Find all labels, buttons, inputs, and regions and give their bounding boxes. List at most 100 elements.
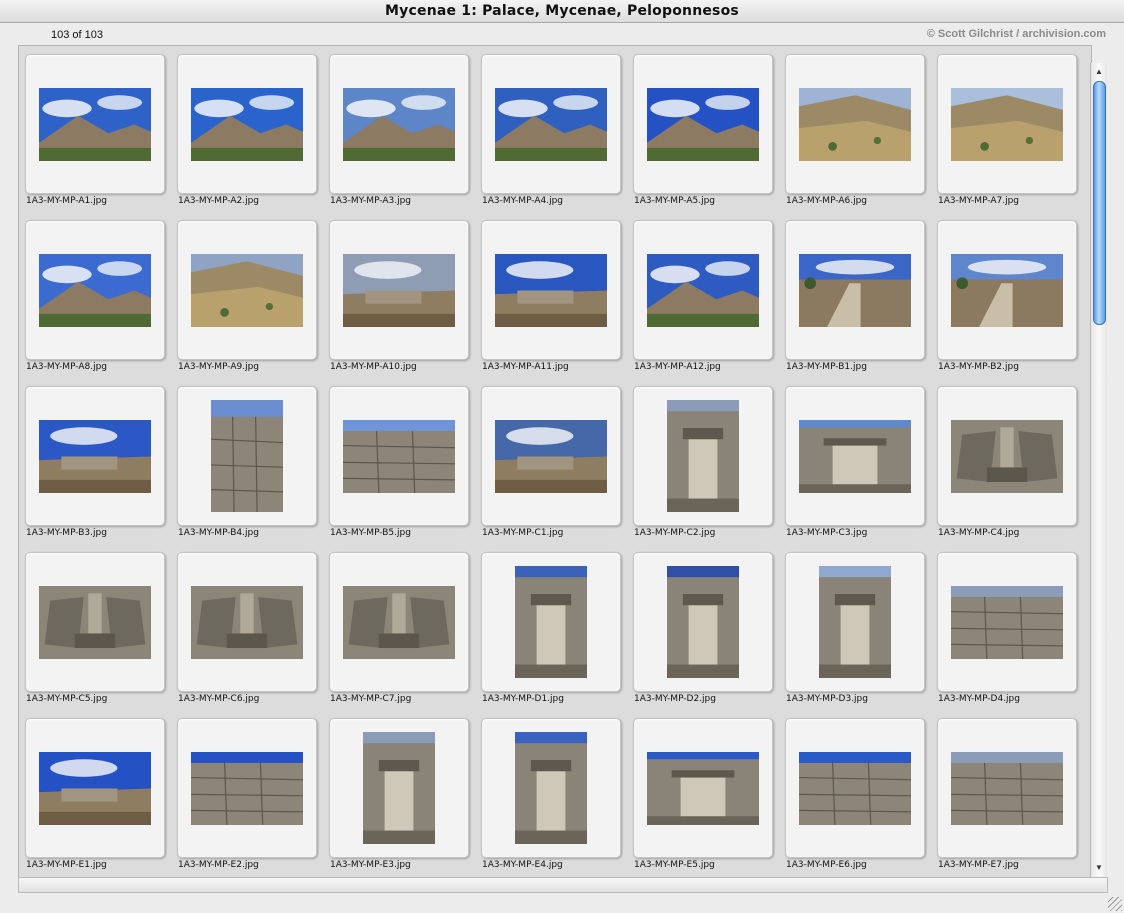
thumbnail-image[interactable] bbox=[667, 566, 739, 678]
slide-frame[interactable] bbox=[481, 718, 621, 858]
scrollbar-thumb[interactable] bbox=[1093, 81, 1106, 325]
thumbnail-image[interactable] bbox=[343, 419, 455, 493]
resize-grip-icon[interactable] bbox=[1108, 897, 1122, 911]
slide-frame[interactable] bbox=[481, 552, 621, 692]
thumbnail-item[interactable]: 1A3-MY-MP-E5.jpg bbox=[627, 710, 779, 876]
slide-frame[interactable] bbox=[937, 220, 1077, 360]
thumbnail-item[interactable]: 1A3-MY-MP-C7.jpg bbox=[323, 544, 475, 710]
slide-frame[interactable] bbox=[177, 718, 317, 858]
thumbnail-image[interactable] bbox=[363, 732, 435, 844]
thumbnail-item[interactable]: 1A3-MY-MP-C2.jpg bbox=[627, 378, 779, 544]
slide-frame[interactable] bbox=[937, 54, 1077, 194]
thumbnail-image[interactable] bbox=[191, 87, 303, 161]
slide-frame[interactable] bbox=[481, 386, 621, 526]
thumbnail-image[interactable] bbox=[211, 400, 283, 512]
slide-frame[interactable] bbox=[481, 54, 621, 194]
slide-frame[interactable] bbox=[329, 718, 469, 858]
thumbnail-image[interactable] bbox=[799, 87, 911, 161]
thumbnail-item[interactable]: 1A3-MY-MP-B1.jpg bbox=[779, 212, 931, 378]
slide-frame[interactable] bbox=[25, 718, 165, 858]
thumbnail-item[interactable]: 1A3-MY-MP-D4.jpg bbox=[931, 544, 1083, 710]
thumbnail-image[interactable] bbox=[799, 419, 911, 493]
thumbnail-item[interactable]: 1A3-MY-MP-A8.jpg bbox=[19, 212, 171, 378]
thumbnail-image[interactable] bbox=[799, 751, 911, 825]
thumbnail-image[interactable] bbox=[39, 585, 151, 659]
thumbnail-item[interactable]: 1A3-MY-MP-C6.jpg bbox=[171, 544, 323, 710]
slide-frame[interactable] bbox=[785, 552, 925, 692]
thumbnail-image[interactable] bbox=[515, 732, 587, 844]
thumbnail-image[interactable] bbox=[667, 400, 739, 512]
thumbnail-image[interactable] bbox=[951, 751, 1063, 825]
thumbnail-item[interactable]: 1A3-MY-MP-E2.jpg bbox=[171, 710, 323, 876]
slide-frame[interactable] bbox=[937, 386, 1077, 526]
thumbnail-image[interactable] bbox=[39, 751, 151, 825]
thumbnail-item[interactable]: 1A3-MY-MP-B4.jpg bbox=[171, 378, 323, 544]
thumbnail-image[interactable] bbox=[951, 585, 1063, 659]
slide-frame[interactable] bbox=[785, 54, 925, 194]
thumbnail-item[interactable]: 1A3-MY-MP-E3.jpg bbox=[323, 710, 475, 876]
slide-frame[interactable] bbox=[785, 718, 925, 858]
thumbnail-image[interactable] bbox=[495, 87, 607, 161]
vertical-scrollbar[interactable]: ▲ ▼ bbox=[1090, 63, 1107, 877]
slide-frame[interactable] bbox=[25, 552, 165, 692]
thumbnail-item[interactable]: 1A3-MY-MP-D2.jpg bbox=[627, 544, 779, 710]
slide-frame[interactable] bbox=[633, 54, 773, 194]
thumbnail-image[interactable] bbox=[647, 253, 759, 327]
thumbnail-item[interactable]: 1A3-MY-MP-A12.jpg bbox=[627, 212, 779, 378]
thumbnail-image[interactable] bbox=[951, 419, 1063, 493]
thumbnail-item[interactable]: 1A3-MY-MP-E4.jpg bbox=[475, 710, 627, 876]
thumbnail-image[interactable] bbox=[343, 253, 455, 327]
slide-frame[interactable] bbox=[25, 386, 165, 526]
slide-frame[interactable] bbox=[329, 220, 469, 360]
slide-frame[interactable] bbox=[633, 386, 773, 526]
thumbnail-image[interactable] bbox=[647, 751, 759, 825]
thumbnail-item[interactable]: 1A3-MY-MP-B3.jpg bbox=[19, 378, 171, 544]
thumbnail-image[interactable] bbox=[495, 419, 607, 493]
slide-frame[interactable] bbox=[481, 220, 621, 360]
thumbnail-item[interactable]: 1A3-MY-MP-C1.jpg bbox=[475, 378, 627, 544]
slide-frame[interactable] bbox=[785, 220, 925, 360]
thumbnail-image[interactable] bbox=[191, 751, 303, 825]
thumbnail-item[interactable]: 1A3-MY-MP-A1.jpg bbox=[19, 46, 171, 212]
thumbnail-image[interactable] bbox=[951, 253, 1063, 327]
thumbnail-item[interactable]: 1A3-MY-MP-A9.jpg bbox=[171, 212, 323, 378]
thumbnail-image[interactable] bbox=[343, 585, 455, 659]
thumbnail-image[interactable] bbox=[819, 566, 891, 678]
thumbnail-item[interactable]: 1A3-MY-MP-D1.jpg bbox=[475, 544, 627, 710]
slide-frame[interactable] bbox=[177, 552, 317, 692]
slide-frame[interactable] bbox=[937, 552, 1077, 692]
slide-frame[interactable] bbox=[633, 552, 773, 692]
slide-frame[interactable] bbox=[329, 552, 469, 692]
slide-frame[interactable] bbox=[177, 220, 317, 360]
thumbnail-item[interactable]: 1A3-MY-MP-A10.jpg bbox=[323, 212, 475, 378]
thumbnail-image[interactable] bbox=[191, 585, 303, 659]
thumbnail-image[interactable] bbox=[39, 419, 151, 493]
slide-frame[interactable] bbox=[633, 220, 773, 360]
thumbnail-image[interactable] bbox=[647, 87, 759, 161]
thumbnail-item[interactable]: 1A3-MY-MP-A2.jpg bbox=[171, 46, 323, 212]
thumbnail-item[interactable]: 1A3-MY-MP-E1.jpg bbox=[19, 710, 171, 876]
slide-frame[interactable] bbox=[633, 718, 773, 858]
thumbnail-item[interactable]: 1A3-MY-MP-C3.jpg bbox=[779, 378, 931, 544]
thumbnail-image[interactable] bbox=[191, 253, 303, 327]
thumbnail-item[interactable]: 1A3-MY-MP-A5.jpg bbox=[627, 46, 779, 212]
slide-frame[interactable] bbox=[177, 386, 317, 526]
slide-frame[interactable] bbox=[177, 54, 317, 194]
thumbnail-item[interactable]: 1A3-MY-MP-E7.jpg bbox=[931, 710, 1083, 876]
thumbnail-image[interactable] bbox=[39, 253, 151, 327]
thumbnail-image[interactable] bbox=[951, 87, 1063, 161]
thumbnail-image[interactable] bbox=[343, 87, 455, 161]
thumbnail-item[interactable]: 1A3-MY-MP-C5.jpg bbox=[19, 544, 171, 710]
thumbnail-image[interactable] bbox=[515, 566, 587, 678]
slide-frame[interactable] bbox=[785, 386, 925, 526]
thumbnail-item[interactable]: 1A3-MY-MP-A6.jpg bbox=[779, 46, 931, 212]
thumbnail-image[interactable] bbox=[799, 253, 911, 327]
slide-frame[interactable] bbox=[937, 718, 1077, 858]
thumbnail-item[interactable]: 1A3-MY-MP-A3.jpg bbox=[323, 46, 475, 212]
thumbnail-item[interactable]: 1A3-MY-MP-A11.jpg bbox=[475, 212, 627, 378]
scroll-down-arrow-icon[interactable]: ▼ bbox=[1091, 861, 1107, 875]
thumbnail-item[interactable]: 1A3-MY-MP-A4.jpg bbox=[475, 46, 627, 212]
thumbnail-item[interactable]: 1A3-MY-MP-A7.jpg bbox=[931, 46, 1083, 212]
slide-frame[interactable] bbox=[329, 54, 469, 194]
slide-frame[interactable] bbox=[25, 54, 165, 194]
